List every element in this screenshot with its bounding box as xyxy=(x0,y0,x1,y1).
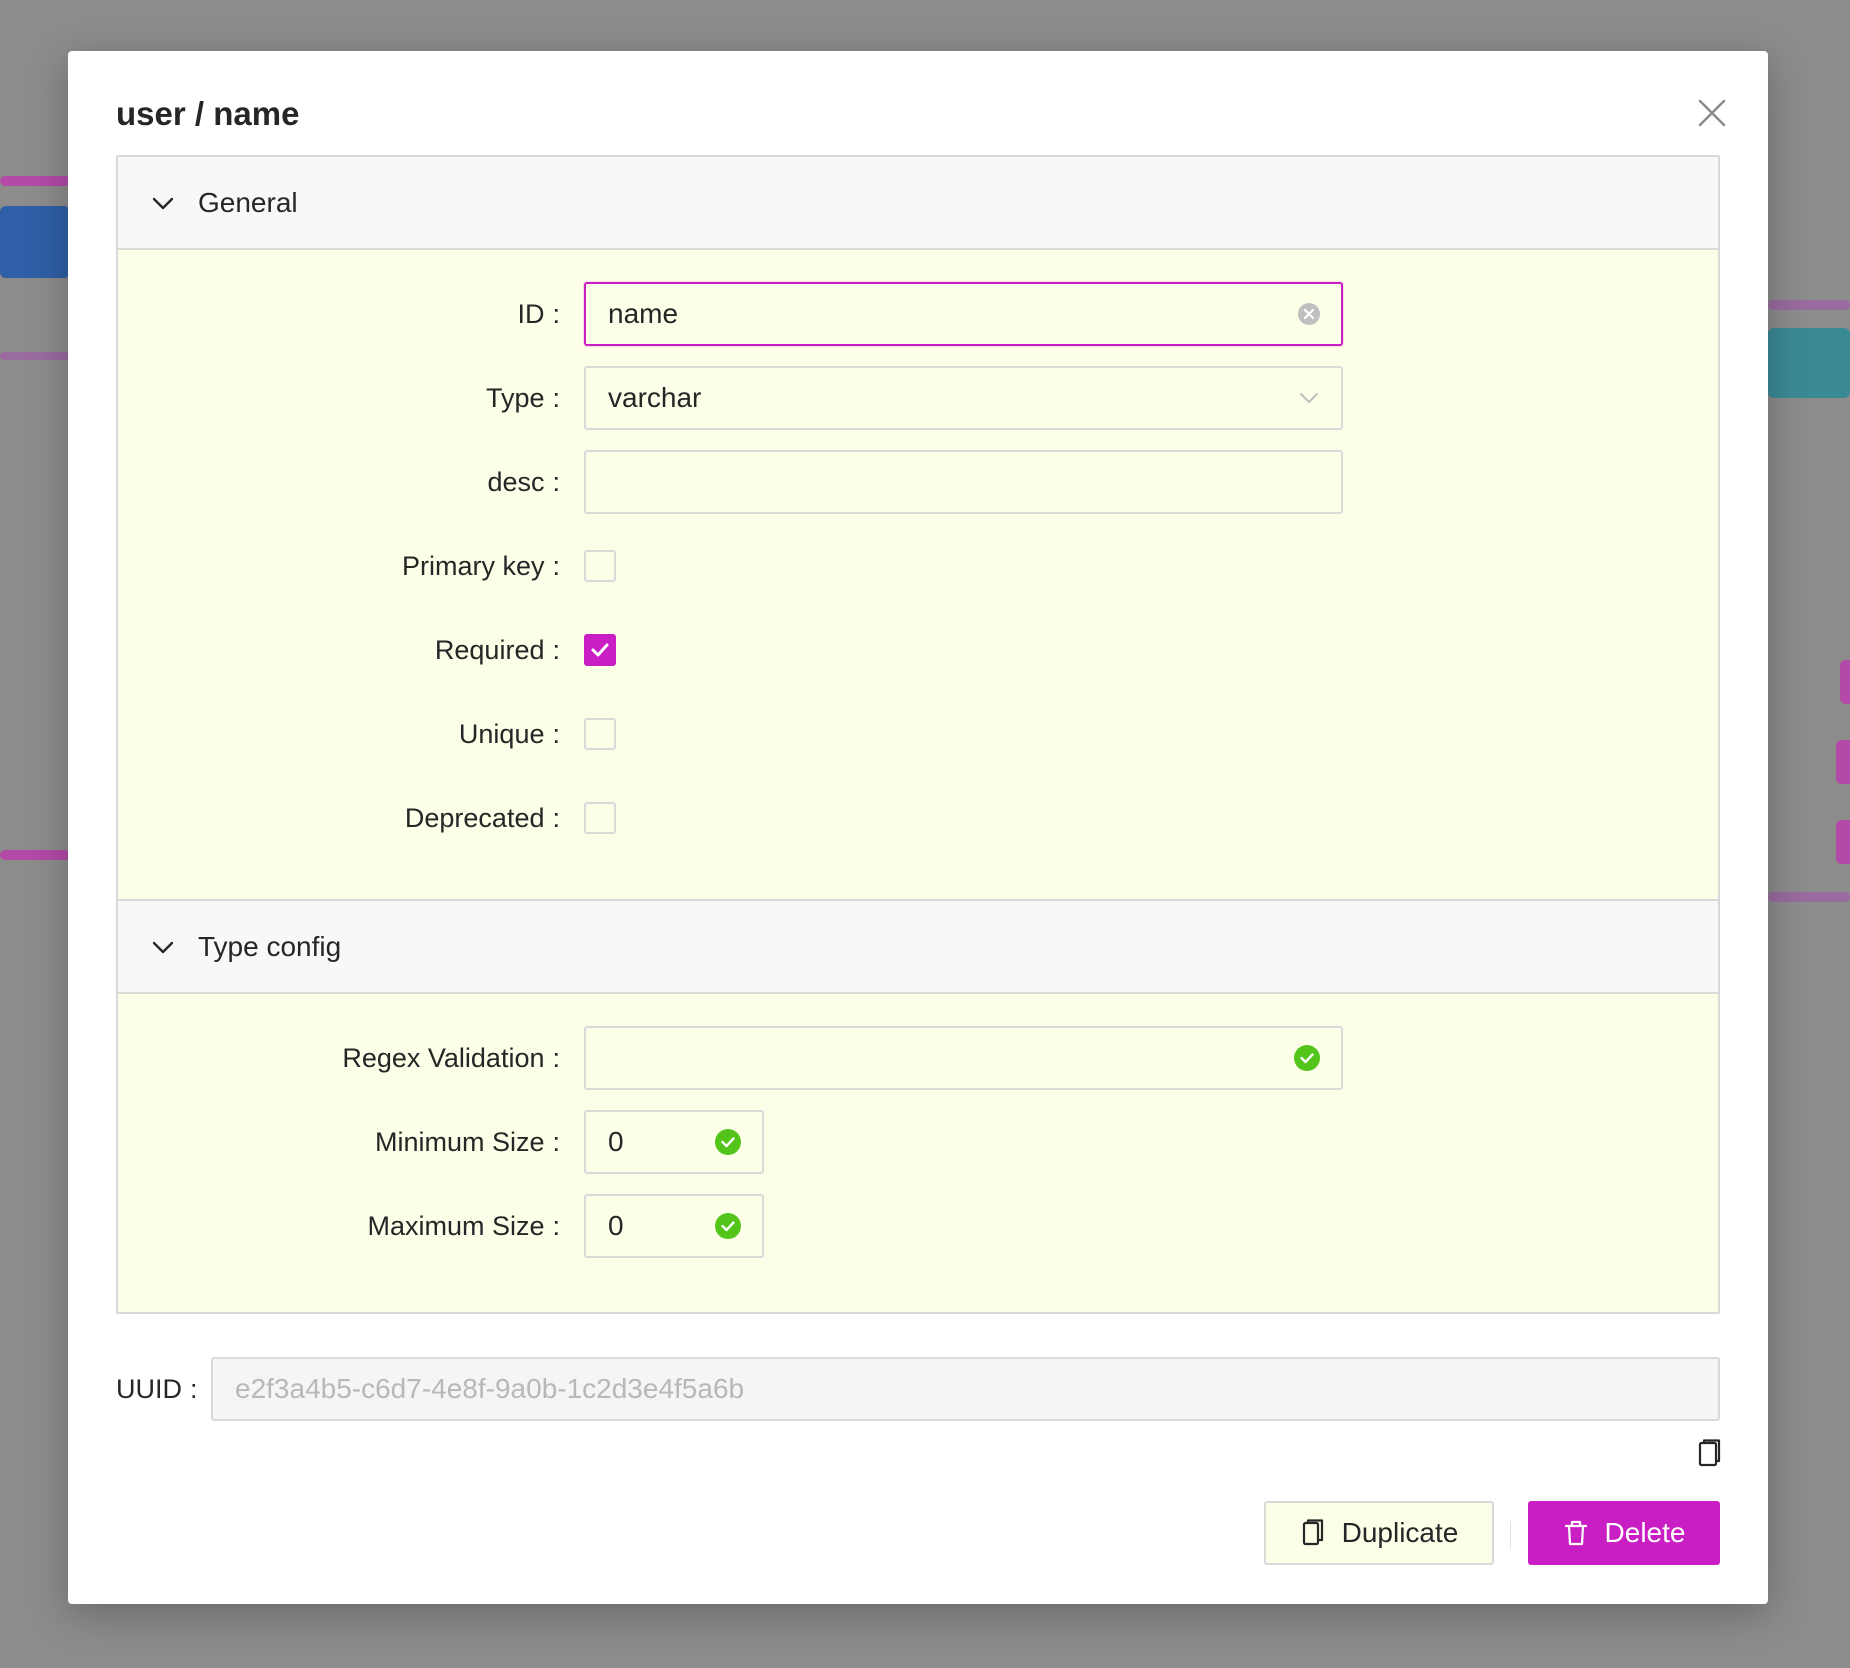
clear-input-button[interactable] xyxy=(1297,302,1321,326)
form-row-desc: desc: xyxy=(118,450,1718,514)
panel-header-general[interactable]: General xyxy=(118,157,1718,250)
delete-button[interactable]: Delete xyxy=(1528,1501,1720,1565)
type-select[interactable]: varchar xyxy=(584,366,1343,430)
close-icon xyxy=(1698,99,1726,127)
duplicate-button[interactable]: Duplicate xyxy=(1264,1501,1494,1565)
bg-stripe xyxy=(1840,660,1850,704)
bg-stripe xyxy=(1768,300,1850,310)
form-row-max-size: Maximum Size: 0 xyxy=(118,1194,1718,1258)
panel-title-type-config: Type config xyxy=(198,930,342,962)
duplicate-button-label: Duplicate xyxy=(1341,1517,1459,1548)
check-circle-icon xyxy=(715,1213,741,1239)
form-row-type: Type: varchar xyxy=(118,366,1718,430)
uuid-label: UUID: xyxy=(116,1373,198,1404)
chevron-down-icon xyxy=(1300,393,1318,403)
form-row-regex: Regex Validation: xyxy=(118,1026,1718,1090)
id-label: ID: xyxy=(517,298,560,329)
desc-input[interactable] xyxy=(584,450,1343,514)
modal-title: user / name xyxy=(116,95,300,132)
delete-button-label: Delete xyxy=(1604,1517,1686,1548)
deprecated-label: Deprecated: xyxy=(404,802,560,833)
check-circle-icon xyxy=(715,1129,741,1155)
bg-stripe xyxy=(0,352,70,360)
id-input[interactable]: name xyxy=(584,282,1343,346)
id-input-value: name xyxy=(608,298,679,329)
bg-stripe xyxy=(0,176,70,186)
collapse-panels: General ID: name Type: varchar desc: Pr… xyxy=(116,155,1720,1314)
type-select-value: varchar xyxy=(608,382,702,413)
bg-stripe xyxy=(0,850,70,860)
primary-key-label: Primary key: xyxy=(401,550,560,581)
bg-stripe xyxy=(1836,820,1850,864)
min-size-input[interactable]: 0 xyxy=(584,1110,764,1174)
panel-header-type-config[interactable]: Type config xyxy=(118,901,1718,994)
required-label: Required: xyxy=(434,634,560,665)
panel-body-type-config: Regex Validation: Minimum Size: 0 Maximu… xyxy=(118,994,1718,1312)
regex-input[interactable] xyxy=(584,1026,1343,1090)
form-row-min-size: Minimum Size: 0 xyxy=(118,1110,1718,1174)
form-row-required: Required: xyxy=(118,618,1718,682)
copy-uuid-button[interactable] xyxy=(1694,1438,1724,1470)
bg-stripe xyxy=(0,206,70,278)
trash-icon xyxy=(1564,1520,1587,1546)
min-size-label: Minimum Size: xyxy=(374,1126,560,1157)
desc-label: desc: xyxy=(487,466,560,497)
uuid-value: e2f3a4b5-c6d7-4e8f-9a0b-1c2d3e4f5a6b xyxy=(235,1373,745,1404)
bg-stripe xyxy=(1836,740,1850,784)
form-row-deprecated: Deprecated: xyxy=(118,786,1718,850)
close-button[interactable] xyxy=(1690,91,1734,135)
bg-stripe xyxy=(1768,328,1850,398)
bg-stripe xyxy=(1768,892,1850,902)
max-size-label: Maximum Size: xyxy=(367,1210,560,1241)
form-row-primary-key: Primary key: xyxy=(118,534,1718,598)
panel-body-general: ID: name Type: varchar desc: Primary ke… xyxy=(118,250,1718,901)
deprecated-checkbox[interactable] xyxy=(584,802,616,834)
button-divider xyxy=(1510,1521,1511,1549)
chevron-down-icon xyxy=(152,941,174,953)
field-editor-modal: user / name General ID: name Type: varc… xyxy=(68,51,1768,1604)
unique-label: Unique: xyxy=(458,718,560,749)
max-size-input[interactable]: 0 xyxy=(584,1194,764,1258)
max-size-input-value: 0 xyxy=(608,1210,624,1241)
unique-checkbox[interactable] xyxy=(584,718,616,750)
type-label: Type: xyxy=(485,382,560,413)
form-row-id: ID: name xyxy=(118,282,1718,346)
check-circle-icon xyxy=(1294,1045,1320,1071)
primary-key-checkbox[interactable] xyxy=(584,550,616,582)
checkmark-icon xyxy=(591,643,609,657)
clear-circle-icon xyxy=(1298,303,1320,325)
chevron-down-icon xyxy=(152,197,174,209)
copy-icon xyxy=(1302,1519,1323,1546)
min-size-input-value: 0 xyxy=(608,1126,624,1157)
uuid-field[interactable]: e2f3a4b5-c6d7-4e8f-9a0b-1c2d3e4f5a6b xyxy=(211,1357,1720,1421)
regex-label: Regex Validation: xyxy=(342,1042,560,1073)
required-checkbox[interactable] xyxy=(584,634,616,666)
form-row-unique: Unique: xyxy=(118,702,1718,766)
panel-title-general: General xyxy=(198,186,298,218)
copy-icon xyxy=(1698,1439,1721,1467)
